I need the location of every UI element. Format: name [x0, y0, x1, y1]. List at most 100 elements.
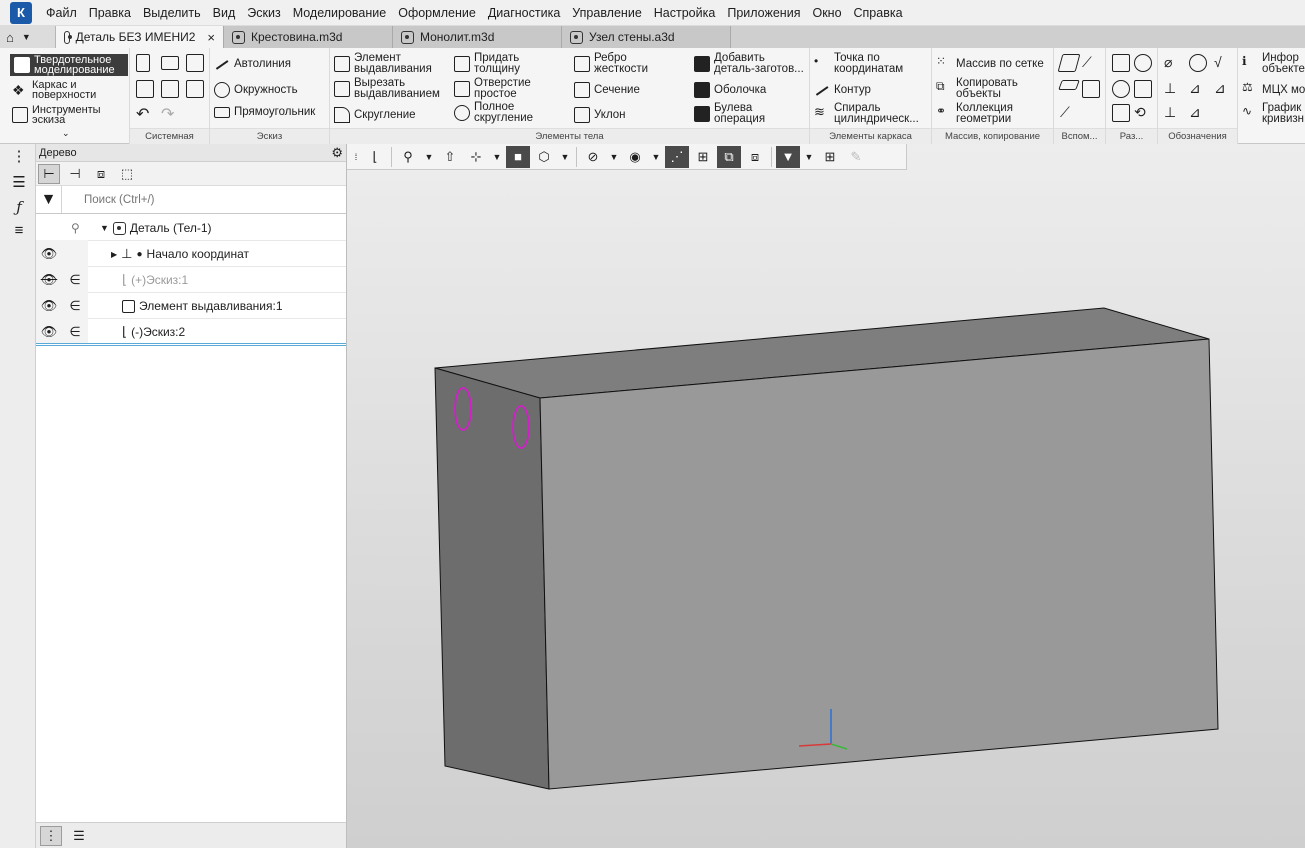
full-fillet-button[interactable]: Полное скругление [454, 101, 544, 124]
menu-item[interactable]: Окно [806, 0, 847, 26]
orientation-icon[interactable]: ⊹ [464, 146, 488, 168]
plane-icon[interactable] [1057, 54, 1081, 72]
wireframe-view-icon[interactable]: ⬡ [532, 146, 556, 168]
tree-structure-icon[interactable]: ⊢ [38, 164, 60, 184]
measure-icon[interactable]: ⊞ [818, 146, 842, 168]
mass-properties-button[interactable]: ⚖ МЦХ мо [1242, 81, 1305, 98]
offset-plane-icon[interactable] [1058, 80, 1080, 90]
show-dropdown-icon[interactable]: ▼ [649, 146, 663, 168]
menu-item[interactable]: Оформление [392, 0, 482, 26]
open-folder-icon[interactable] [161, 56, 179, 70]
menu-item[interactable]: Выделить [137, 0, 207, 26]
new-file-icon[interactable] [136, 54, 150, 72]
contour-button[interactable]: Контур [814, 82, 871, 98]
box-left-face[interactable] [434, 367, 550, 790]
tabs-dropdown-icon[interactable]: ▼ [22, 32, 31, 42]
menu-item[interactable]: Правка [83, 0, 137, 26]
tree-select-icon[interactable]: ⬚ [116, 164, 138, 184]
filter-dropdown-icon[interactable]: ▼ [802, 146, 816, 168]
geometry-collection-button[interactable]: ⚭ Коллекция геометрии [936, 102, 1036, 125]
mode-solid-modeling[interactable]: Твердотельное моделирование [10, 54, 128, 76]
save-icon[interactable] [186, 54, 204, 72]
mode-frame-surfaces[interactable]: ❖ Каркас и поверхности [12, 80, 112, 101]
eye-hidden-icon[interactable]: 👁 [36, 267, 62, 293]
tree-search-input[interactable] [62, 187, 342, 212]
autoline-button[interactable]: Автолиния [214, 56, 291, 72]
arc-size-icon[interactable]: ⟲ [1134, 104, 1152, 122]
tab-uzel-steny[interactable]: Узел стены.a3d [562, 26, 731, 48]
tolerance-icon[interactable]: ⊿ [1189, 80, 1207, 98]
section-button[interactable]: Сечение [574, 82, 640, 98]
pencil-icon[interactable]: ✎ [844, 146, 868, 168]
shaded-view-icon[interactable]: ■ [506, 145, 530, 168]
angle-size-icon[interactable] [1134, 80, 1152, 98]
object-info-button[interactable]: ℹ Инфор объекте [1242, 52, 1305, 75]
zoom-icon[interactable]: ⚲ [396, 146, 420, 168]
extrude-button[interactable]: Элемент выдавливания [334, 52, 440, 75]
tree-row-extrusion[interactable]: 👁 ∈ Элемент выдавливания:1 [36, 293, 346, 319]
linear-size-icon[interactable] [1112, 54, 1130, 72]
zoom-dropdown-icon[interactable]: ▼ [422, 146, 436, 168]
auto-size-icon[interactable] [1112, 104, 1130, 122]
spiral-button[interactable]: ≋ Спираль цилиндрическ... [814, 102, 928, 125]
layers-icon[interactable]: ≡ [10, 222, 28, 240]
eye-icon[interactable]: 👁 [36, 241, 62, 267]
draft-button[interactable]: Уклон [574, 107, 626, 123]
save-as-icon[interactable] [186, 80, 204, 98]
properties-panel-icon[interactable]: ☰ [10, 174, 28, 192]
filter-icon[interactable]: ▼ [36, 186, 62, 213]
radius-size-icon[interactable] [1112, 80, 1130, 98]
curvature-graph-button[interactable]: ∿ График кривизн [1242, 102, 1305, 125]
3d-viewport[interactable]: ⁞ ⌊ ⚲ ▼ ⇧ ⊹ ▼ ■ ⬡ ▼ ⊘ ▼ ◉ ▼ ⋰ ⊞ ⧉ ⧈ ▼ ▼ … [347, 144, 1305, 848]
render-icon[interactable]: ⧈ [743, 146, 767, 168]
model-scene[interactable] [347, 144, 1305, 848]
base-icon[interactable]: ⊿ [1214, 80, 1232, 98]
gear-icon[interactable]: ⚙ [331, 145, 343, 161]
leader-icon[interactable]: ⊥ [1164, 80, 1182, 98]
home-tab[interactable]: ⌂ ▼ [0, 26, 56, 48]
tab-krestovina[interactable]: Крестовина.m3d [224, 26, 393, 48]
sketch-mode-icon[interactable]: ⌊ [363, 146, 387, 168]
snap-icon[interactable]: ⋰ [665, 145, 689, 168]
roughness-icon[interactable]: √ [1214, 54, 1232, 72]
eye-icon[interactable]: 👁 [36, 293, 62, 319]
app-logo-icon[interactable]: К [10, 1, 32, 24]
box-front-face[interactable] [539, 338, 1219, 790]
section-view-icon[interactable]: ⊞ [691, 146, 715, 168]
boolean-button[interactable]: Булева операция [694, 102, 774, 125]
copy-objects-button[interactable]: ⧉ Копировать объекты [936, 77, 1036, 100]
toolbar-grip-icon[interactable]: ⁞ [351, 146, 361, 168]
mode-sketch-tools[interactable]: Инструменты эскиза [12, 105, 112, 126]
centerline-icon[interactable] [1189, 54, 1207, 72]
menu-item[interactable]: Диагностика [482, 0, 566, 26]
menu-item[interactable]: Вид [207, 0, 242, 26]
rectangle-button[interactable]: Прямоугольник [214, 106, 315, 118]
tree-row-sketch2[interactable]: 👁 ∈ ⌊ (-)Эскиз:2 [36, 319, 346, 345]
collapsed-arrow-icon[interactable]: ▶ [111, 250, 117, 259]
point-by-coords-button[interactable]: • Точка по координатам [814, 52, 930, 75]
rotate-icon[interactable]: ⇧ [438, 146, 462, 168]
axis-icon[interactable]: ⟋ [1082, 54, 1100, 72]
hide-icon[interactable]: ⊘ [581, 146, 605, 168]
line-icon[interactable]: ⟋ [1060, 104, 1078, 122]
position-icon[interactable]: ⊿ [1189, 104, 1207, 122]
fillet-button[interactable]: Скругление [334, 107, 416, 123]
list-view-icon[interactable]: ☰ [68, 826, 90, 846]
menu-item[interactable]: Моделирование [287, 0, 393, 26]
plane-point-icon[interactable] [1082, 80, 1100, 98]
menu-item[interactable]: Эскиз [241, 0, 286, 26]
tab-monolit[interactable]: Монолит.m3d [393, 26, 562, 48]
undo-icon[interactable]: ↶ [136, 104, 154, 123]
menu-item[interactable]: Файл [40, 0, 83, 26]
expand-arrow-icon[interactable]: ▼ [100, 223, 109, 233]
redo-icon[interactable]: ↷ [161, 104, 179, 123]
grid-array-button[interactable]: ⁙ Массив по сетке [936, 55, 1044, 72]
orientation-dropdown-icon[interactable]: ▼ [490, 146, 504, 168]
preview-icon[interactable] [161, 80, 179, 98]
variables-fx-icon[interactable]: ƒ [10, 198, 28, 216]
rib-button[interactable]: Ребро жесткости [574, 52, 658, 75]
tree-components-icon[interactable]: ⧈ [90, 164, 112, 184]
menu-item[interactable]: Справка [848, 0, 909, 26]
menu-item[interactable]: Управление [566, 0, 648, 26]
thread-icon[interactable]: ⌀ [1164, 54, 1182, 72]
